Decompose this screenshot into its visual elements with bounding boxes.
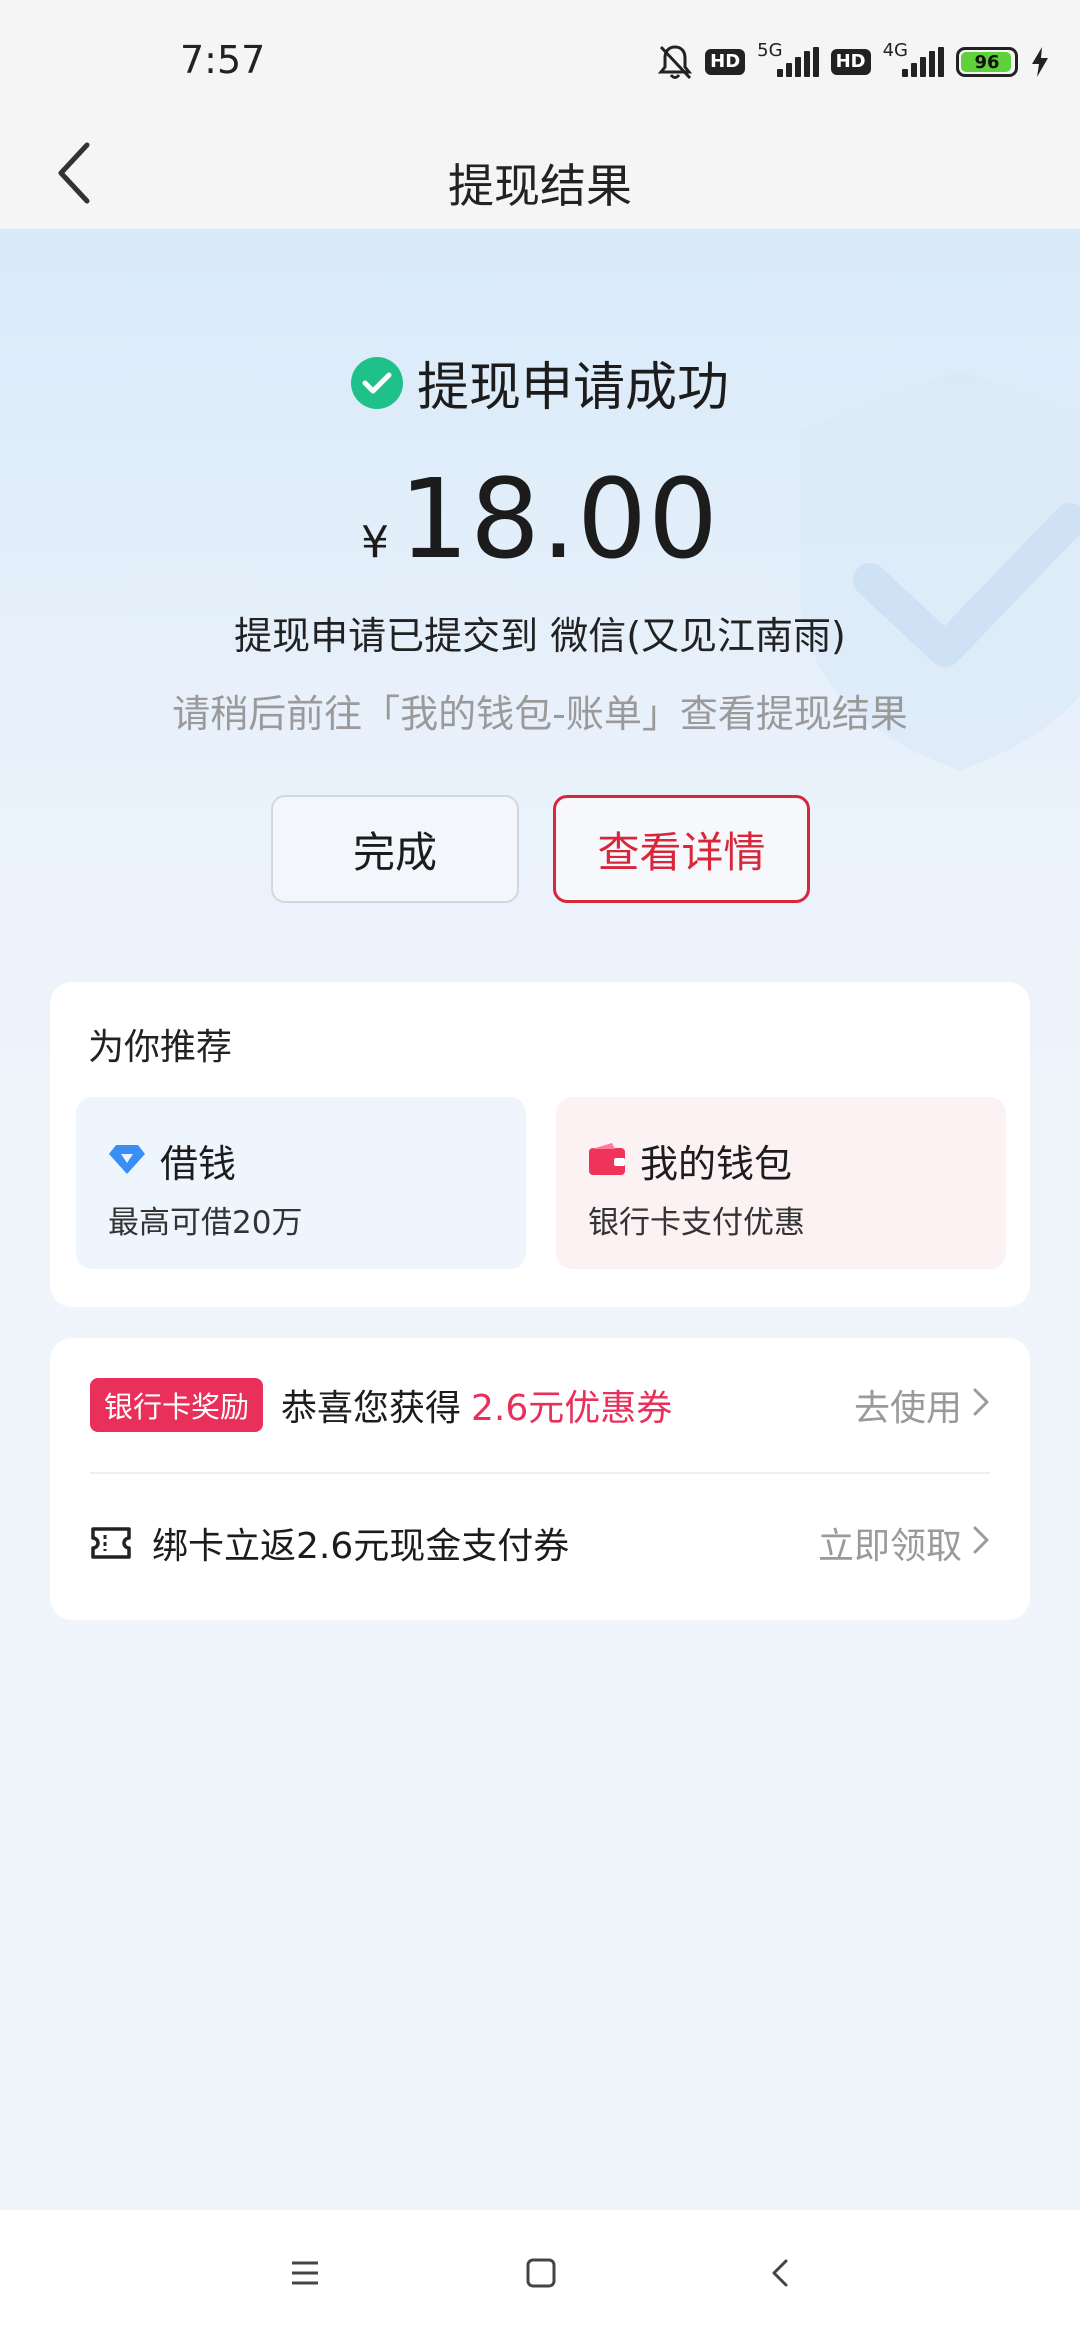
offer-text: 恭喜您获得 <box>281 1388 462 1429</box>
claim-now-link[interactable]: 立即领取 <box>818 1517 990 1569</box>
success-title: 提现申请成功 <box>416 358 729 418</box>
offer-action-label: 去使用 <box>853 1388 962 1429</box>
recommend-item-wallet[interactable]: 我的钱包 银行卡支付优惠 <box>556 1097 1006 1269</box>
hd-icon-2: HD <box>830 49 871 75</box>
offer-action-label: 立即领取 <box>817 1526 962 1567</box>
done-button[interactable]: 完成 <box>271 795 519 903</box>
offer-row-bind-card[interactable]: 绑卡立返2.6元现金支付券 立即领取 <box>90 1475 990 1611</box>
currency-symbol: ¥ <box>361 517 390 568</box>
recommend-card: 为你推荐 借钱 最高可借20万 我的钱包 银行卡支付优惠 <box>50 982 1030 1307</box>
system-nav-bar <box>0 2210 1080 2340</box>
network-5g-label: 5G <box>757 39 783 61</box>
home-button[interactable] <box>511 2245 571 2305</box>
offer-text: 绑卡立返2.6元现金支付券 <box>152 1526 570 1567</box>
view-details-button[interactable]: 查看详情 <box>553 795 810 903</box>
system-back-button[interactable] <box>750 2245 810 2305</box>
offers-card: 银行卡奖励 恭喜您获得 2.6元优惠券 去使用 绑卡立返2.6元现金支付券 立即… <box>50 1338 1030 1620</box>
status-icons: HD 5G HD 4G 96 <box>657 40 1050 84</box>
app-header: 提现结果 <box>0 120 1080 230</box>
recommend-item-loan[interactable]: 借钱 最高可借20万 <box>76 1097 526 1269</box>
recommend-item-title: 借钱 <box>160 1142 237 1186</box>
submitted-message: 提现申请已提交到 微信(又见江南雨) <box>234 614 846 658</box>
success-row: 提现申请成功 <box>0 345 1080 420</box>
diamond-icon <box>108 1143 146 1179</box>
ticket-icon <box>90 1526 132 1560</box>
chevron-right-icon <box>972 1385 990 1426</box>
status-time: 7:57 <box>180 38 266 82</box>
network-4g-label: 4G <box>882 39 908 61</box>
back-icon <box>771 2258 789 2292</box>
offer-highlight: 2.6元优惠券 <box>471 1388 673 1429</box>
reward-badge: 银行卡奖励 <box>90 1378 264 1432</box>
signal-4g-icon: 4G <box>883 40 944 77</box>
home-icon <box>526 2258 556 2292</box>
use-coupon-link[interactable]: 去使用 <box>854 1379 990 1431</box>
hint-message: 请稍后前往「我的钱包-账单」查看提现结果 <box>172 692 908 736</box>
status-bar: 7:57 HD 5G HD 4G 96 <box>0 0 1080 120</box>
recommend-item-subtitle: 最高可借20万 <box>108 1205 303 1241</box>
recommend-item-title: 我的钱包 <box>640 1142 793 1186</box>
menu-button[interactable] <box>275 2245 335 2305</box>
charging-icon <box>1030 46 1050 78</box>
wallet-icon <box>588 1142 626 1180</box>
recommend-title: 为你推荐 <box>88 1027 233 1068</box>
recommend-item-subtitle: 银行卡支付优惠 <box>588 1205 805 1241</box>
amount-row: ¥ 18.00 <box>0 455 1080 583</box>
offer-row-coupon[interactable]: 银行卡奖励 恭喜您获得 2.6元优惠券 去使用 <box>90 1338 990 1474</box>
chevron-right-icon <box>972 1523 990 1564</box>
page-title: 提现结果 <box>448 159 632 213</box>
hd-icon: HD <box>705 49 746 75</box>
signal-5g-icon: 5G <box>757 40 819 77</box>
menu-icon <box>290 2260 320 2290</box>
withdraw-amount: 18.00 <box>399 455 719 583</box>
battery-icon: 96 <box>956 47 1018 77</box>
battery-percent: 96 <box>974 51 1000 73</box>
bell-muted-icon <box>657 43 693 81</box>
check-circle-icon <box>350 356 403 409</box>
